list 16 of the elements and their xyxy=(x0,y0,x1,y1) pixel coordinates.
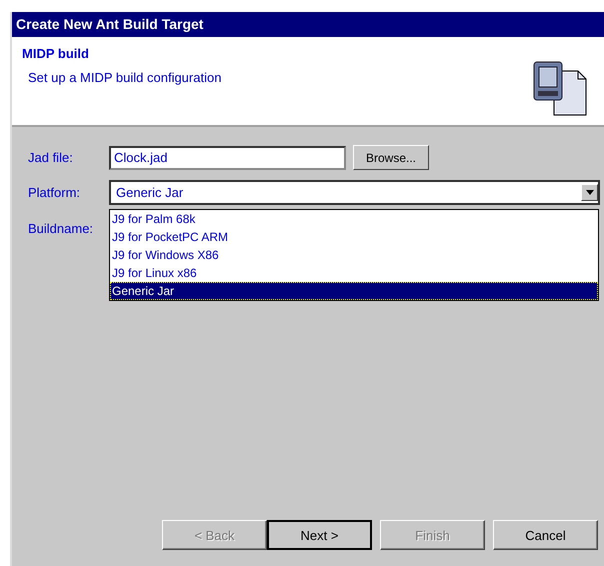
field-label: Jad file: xyxy=(28,150,74,165)
dropdown-option[interactable]: J9 for Linux x86 xyxy=(110,264,598,282)
dropdown-option[interactable]: J9 for PocketPC ARM xyxy=(110,228,598,246)
wizard-button[interactable]: Next > xyxy=(267,520,372,550)
platform-dropdown[interactable]: Generic Jar xyxy=(109,180,600,205)
jad-file-field[interactable]: Clock.jad xyxy=(109,146,346,170)
dropdown-option[interactable]: J9 for Windows X86 xyxy=(110,246,598,264)
page-description: Set up a MIDP build configuration xyxy=(27,70,222,85)
field-label: Buildname: xyxy=(28,221,94,236)
page-title: MIDP build xyxy=(22,46,90,61)
field-label: Platform: xyxy=(28,185,82,200)
dropdown-option[interactable]: Generic Jar xyxy=(110,282,598,300)
wizard-button[interactable]: Cancel xyxy=(493,520,598,550)
browse-button[interactable]: Browse... xyxy=(353,145,429,170)
window-title: Create New Ant Build Target xyxy=(12,12,604,37)
dropdown-option[interactable]: J9 for Palm 68k xyxy=(110,210,598,228)
